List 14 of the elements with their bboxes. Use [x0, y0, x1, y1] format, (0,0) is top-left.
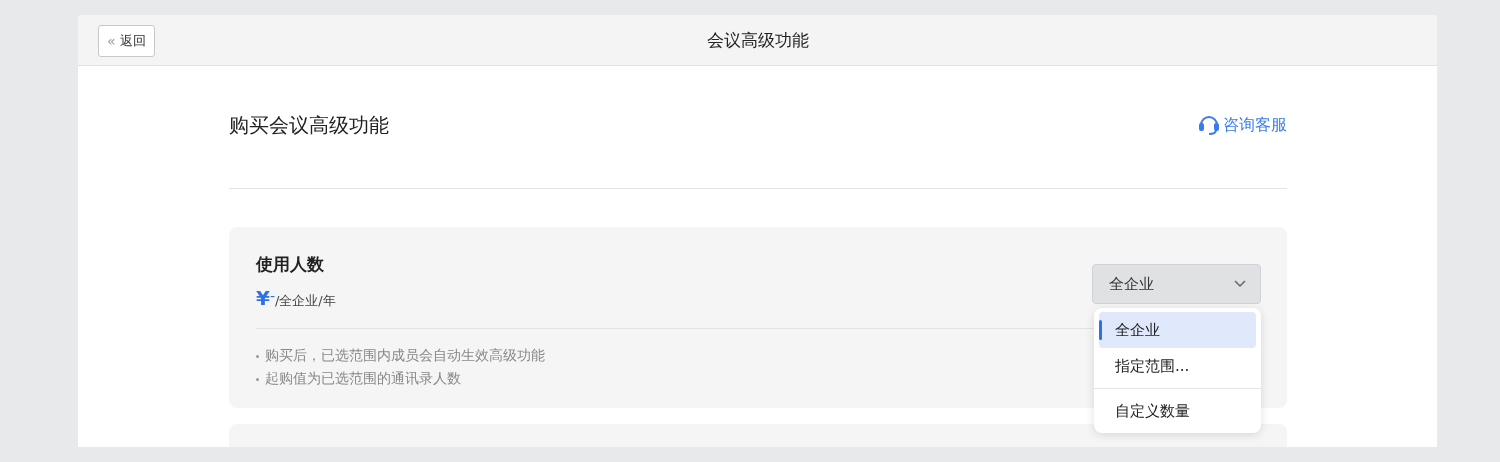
back-button[interactable]: « 返回: [98, 25, 155, 57]
window-title: 会议高级功能: [706, 28, 809, 52]
chevron-down-icon: [1234, 280, 1246, 288]
menu-option[interactable]: 指定范围...: [1099, 348, 1256, 384]
menu-option[interactable]: 自定义数量: [1099, 393, 1256, 429]
headset-icon: [1199, 114, 1219, 136]
card-title: 使用人数: [256, 253, 325, 276]
page-title: 购买会议高级功能: [229, 111, 389, 139]
menu-option[interactable]: 全企业: [1099, 312, 1256, 348]
price-amount: -: [269, 288, 275, 304]
price-unit: /全企业/年: [275, 292, 336, 310]
support-link[interactable]: 咨询客服: [1199, 114, 1287, 136]
currency-symbol: ¥: [256, 286, 270, 310]
scope-select[interactable]: 全企业: [1092, 264, 1261, 304]
